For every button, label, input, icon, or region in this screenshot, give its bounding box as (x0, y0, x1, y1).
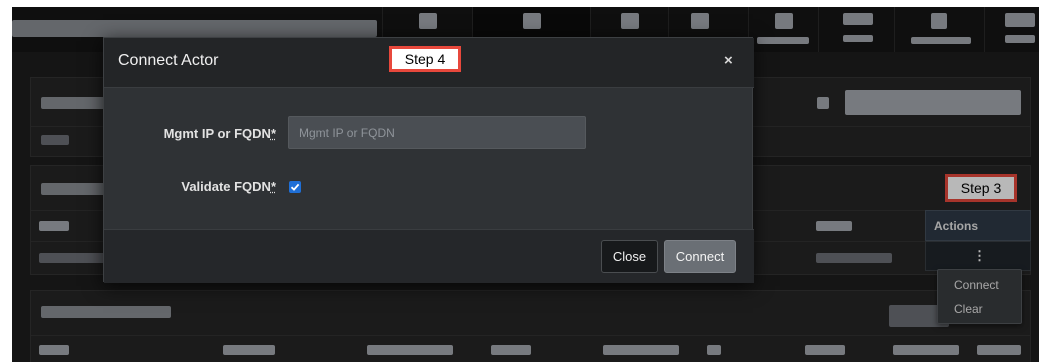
close-icon[interactable]: × (724, 52, 733, 69)
dialog-title: Connect Actor (118, 52, 219, 69)
mgmt-ip-label: Mgmt IP or FQDN* (144, 126, 276, 141)
close-button[interactable]: Close (601, 240, 658, 273)
checkmark-icon (290, 183, 300, 191)
connect-button[interactable]: Connect (664, 240, 736, 273)
mgmt-ip-input[interactable] (288, 116, 586, 149)
connect-actor-dialog: Connect Actor × Mgmt IP or FQDN* Validat… (103, 37, 754, 283)
mgmt-ip-label-text: Mgmt IP or FQDN (163, 126, 271, 141)
required-marker: * (270, 179, 276, 194)
validate-fqdn-checkbox[interactable] (289, 181, 301, 193)
step4-annotation: Step 4 (389, 46, 461, 72)
app-screen: Actions ⋮ Connect Clear Step 3 Connect A… (12, 7, 1039, 362)
validate-fqdn-label: Validate FQDN* (144, 179, 276, 194)
required-marker: * (270, 126, 276, 141)
dialog-footer: Close Connect (104, 229, 754, 283)
validate-fqdn-label-text: Validate FQDN (181, 179, 271, 194)
